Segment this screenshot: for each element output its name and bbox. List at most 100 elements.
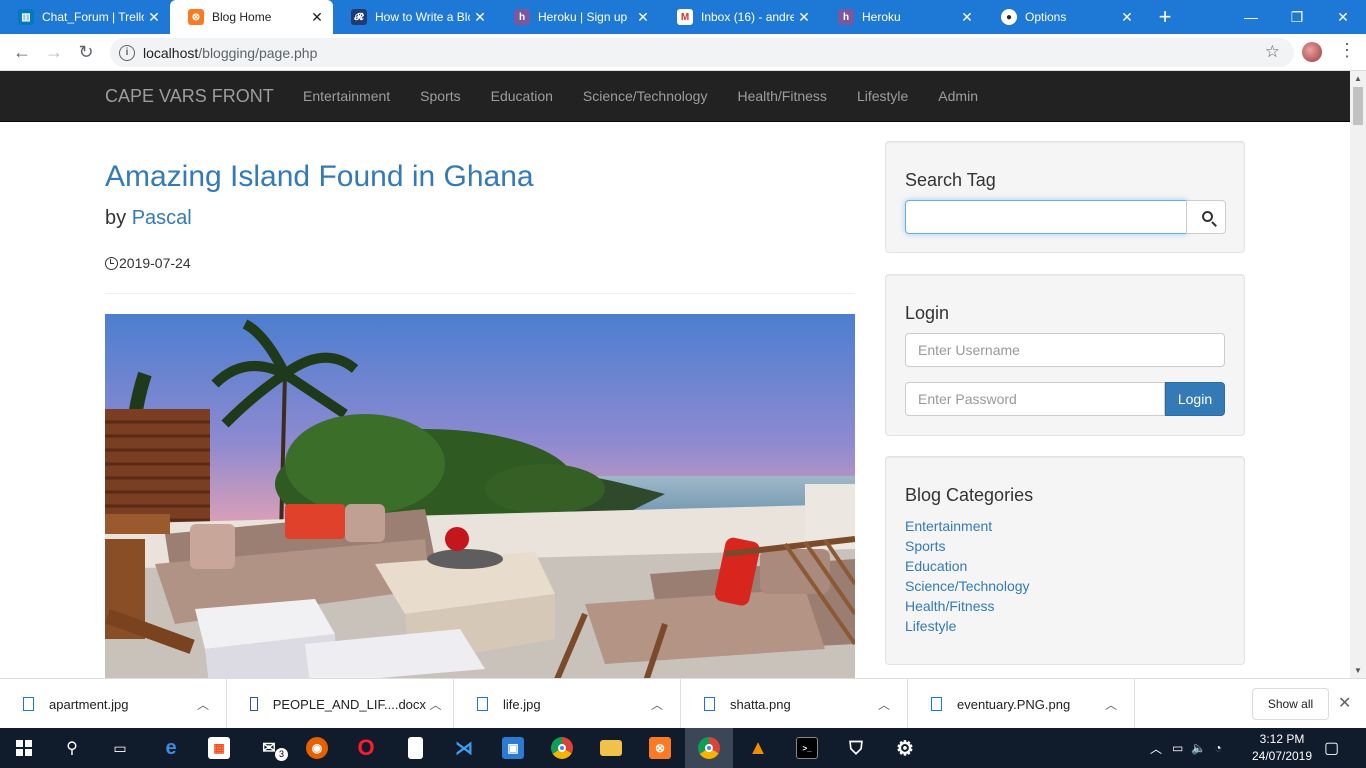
browser-tab[interactable]: h Heroku | Sign up ✕ [496,0,659,34]
scrollbar-thumb[interactable] [1353,87,1363,125]
close-tab-icon[interactable]: ✕ [957,9,977,26]
settings-taskbar-button[interactable]: ⚙ [881,728,929,768]
category-link-education[interactable]: Education [905,556,1030,576]
reload-button[interactable]: ↻ [74,40,98,64]
close-tab-icon[interactable]: ✕ [794,9,814,26]
security-taskbar-button[interactable]: ⛉ [832,728,880,768]
vlc-taskbar-button[interactable]: ▲ [734,728,782,768]
scroll-up-icon[interactable]: ▲ [1350,74,1366,83]
download-item[interactable]: life.jpg ︿ [454,679,681,729]
terminal-icon: >_ [796,737,818,759]
chrome-taskbar-button[interactable] [538,728,586,768]
address-bar[interactable]: i localhost/blogging/page.php ☆ [110,38,1294,67]
forward-button[interactable]: → [42,40,66,64]
close-tab-icon[interactable]: ✕ [1117,9,1137,26]
chevron-up-icon[interactable]: ︿ [869,696,899,713]
menu-icon[interactable]: ⋮ [1338,40,1356,61]
search-tag-input[interactable] [905,200,1187,234]
category-link-science-technology[interactable]: Science/Technology [905,576,1030,596]
post-image [105,314,855,678]
info-icon[interactable]: i [119,44,135,61]
chevron-up-icon[interactable]: ︿ [1096,696,1126,713]
close-tab-icon[interactable]: ✕ [470,9,490,26]
nav-link-health-fitness[interactable]: Health/Fitness [722,71,841,121]
github-icon: ● [1001,9,1017,25]
password-field[interactable]: Enter Password [905,382,1165,416]
chevron-up-icon[interactable]: ︿ [426,696,445,713]
nav-link-entertainment[interactable]: Entertainment [288,71,405,121]
close-tab-icon[interactable]: ✕ [144,9,164,26]
chevron-up-icon[interactable]: ︿ [642,696,672,713]
category-link-health-fitness[interactable]: Health/Fitness [905,596,1030,616]
category-link-sports[interactable]: Sports [905,536,1030,556]
minimize-button[interactable]: — [1228,0,1274,34]
download-item[interactable]: shatta.png ︿ [681,679,908,729]
nav-link-education[interactable]: Education [476,71,568,121]
download-item[interactable]: eventuary.PNG.png ︿ [908,679,1135,729]
chrome-active-taskbar-button[interactable] [685,728,733,768]
vscode-taskbar-button[interactable]: ⋊ [440,728,488,768]
download-item[interactable]: PEOPLE_AND_LIF....docx ︿ [227,679,454,729]
login-heading: Login [905,303,950,323]
explorer-taskbar-button[interactable] [587,728,635,768]
windows-icon [16,740,32,756]
network-icon[interactable]: ◔ [1214,741,1221,755]
chevron-up-icon[interactable]: ︿ [1150,740,1162,757]
category-link-entertainment[interactable]: Entertainment [905,516,1030,536]
browser-tab[interactable]: 𝓡 How to Write a Blog ✕ [333,0,496,34]
nav-link-science-technology[interactable]: Science/Technology [568,71,723,121]
search-button[interactable] [1186,200,1226,234]
category-list: Entertainment Sports Education Science/T… [905,516,1030,636]
notification-icon[interactable]: ▢ [1324,728,1339,768]
browser-tab[interactable]: ▥ Chat_Forum | Trello ✕ [0,0,170,34]
show-all-button[interactable]: Show all [1252,688,1329,720]
bookmark-star-icon[interactable]: ☆ [1265,42,1280,62]
browser-tab[interactable]: ● Options ✕ [983,0,1143,34]
xampp-icon: ⊗ [649,737,671,759]
battery-icon[interactable]: ▭ [1172,741,1183,755]
nav-link-lifestyle[interactable]: Lifestyle [842,71,923,121]
new-tab-button[interactable]: + [1154,4,1176,30]
taskbar-clock[interactable]: 3:12 PM 24/07/2019 [1244,731,1320,765]
edge-taskbar-button[interactable]: e [147,728,195,768]
chevron-up-icon[interactable]: ︿ [188,696,218,713]
firefox-taskbar-button[interactable]: ◉ [293,728,341,768]
site-brand[interactable]: CAPE VARS FRONT [105,86,274,107]
store-taskbar-button[interactable]: ▦ [195,728,243,768]
xampp-taskbar-button[interactable]: ⊗ [636,728,684,768]
close-window-button[interactable]: ✕ [1320,0,1366,34]
terminal-taskbar-button[interactable]: >_ [783,728,831,768]
nav-link-sports[interactable]: Sports [405,71,475,121]
back-button[interactable]: ← [10,40,34,64]
close-tab-icon[interactable]: ✕ [633,9,653,26]
notepad-taskbar-button[interactable] [391,728,439,768]
site-navbar: CAPE VARS FRONT Entertainment Sports Edu… [0,71,1350,122]
browser-tab-active[interactable]: ⊗ Blog Home ✕ [170,0,333,34]
close-tab-icon[interactable]: ✕ [307,9,327,26]
maximize-button[interactable]: ❐ [1274,0,1320,34]
close-shelf-icon[interactable]: ✕ [1338,693,1351,713]
author-link[interactable]: Pascal [132,207,192,229]
page-scrollbar[interactable]: ▲ ▼ [1350,71,1366,678]
download-item[interactable]: apartment.jpg ︿ [0,679,227,729]
browser-tab[interactable]: M Inbox (16) - andrew ✕ [659,0,820,34]
word-file-icon [250,697,258,711]
login-widget: Login Enter Username Enter Password Logi… [885,274,1245,436]
task-view-button[interactable]: ▭ [96,728,144,768]
profile-avatar[interactable] [1302,42,1322,62]
app-taskbar-button[interactable]: ▣ [489,728,537,768]
opera-taskbar-button[interactable]: O [342,728,390,768]
mail-taskbar-button[interactable]: ✉ 3 [245,728,293,768]
scroll-down-icon[interactable]: ▼ [1350,666,1366,675]
login-button[interactable]: Login [1165,382,1225,416]
opera-icon: O [357,735,375,760]
start-button[interactable] [0,728,48,768]
nav-link-admin[interactable]: Admin [923,71,993,121]
volume-icon[interactable]: 🔈 [1191,741,1206,755]
post-title[interactable]: Amazing Island Found in Ghana [105,160,534,194]
divider [105,293,855,294]
username-field[interactable]: Enter Username [905,333,1225,367]
category-link-lifestyle[interactable]: Lifestyle [905,616,1030,636]
search-taskbar-button[interactable]: ⚲ [48,728,96,768]
browser-tab[interactable]: h Heroku ✕ [820,0,983,34]
